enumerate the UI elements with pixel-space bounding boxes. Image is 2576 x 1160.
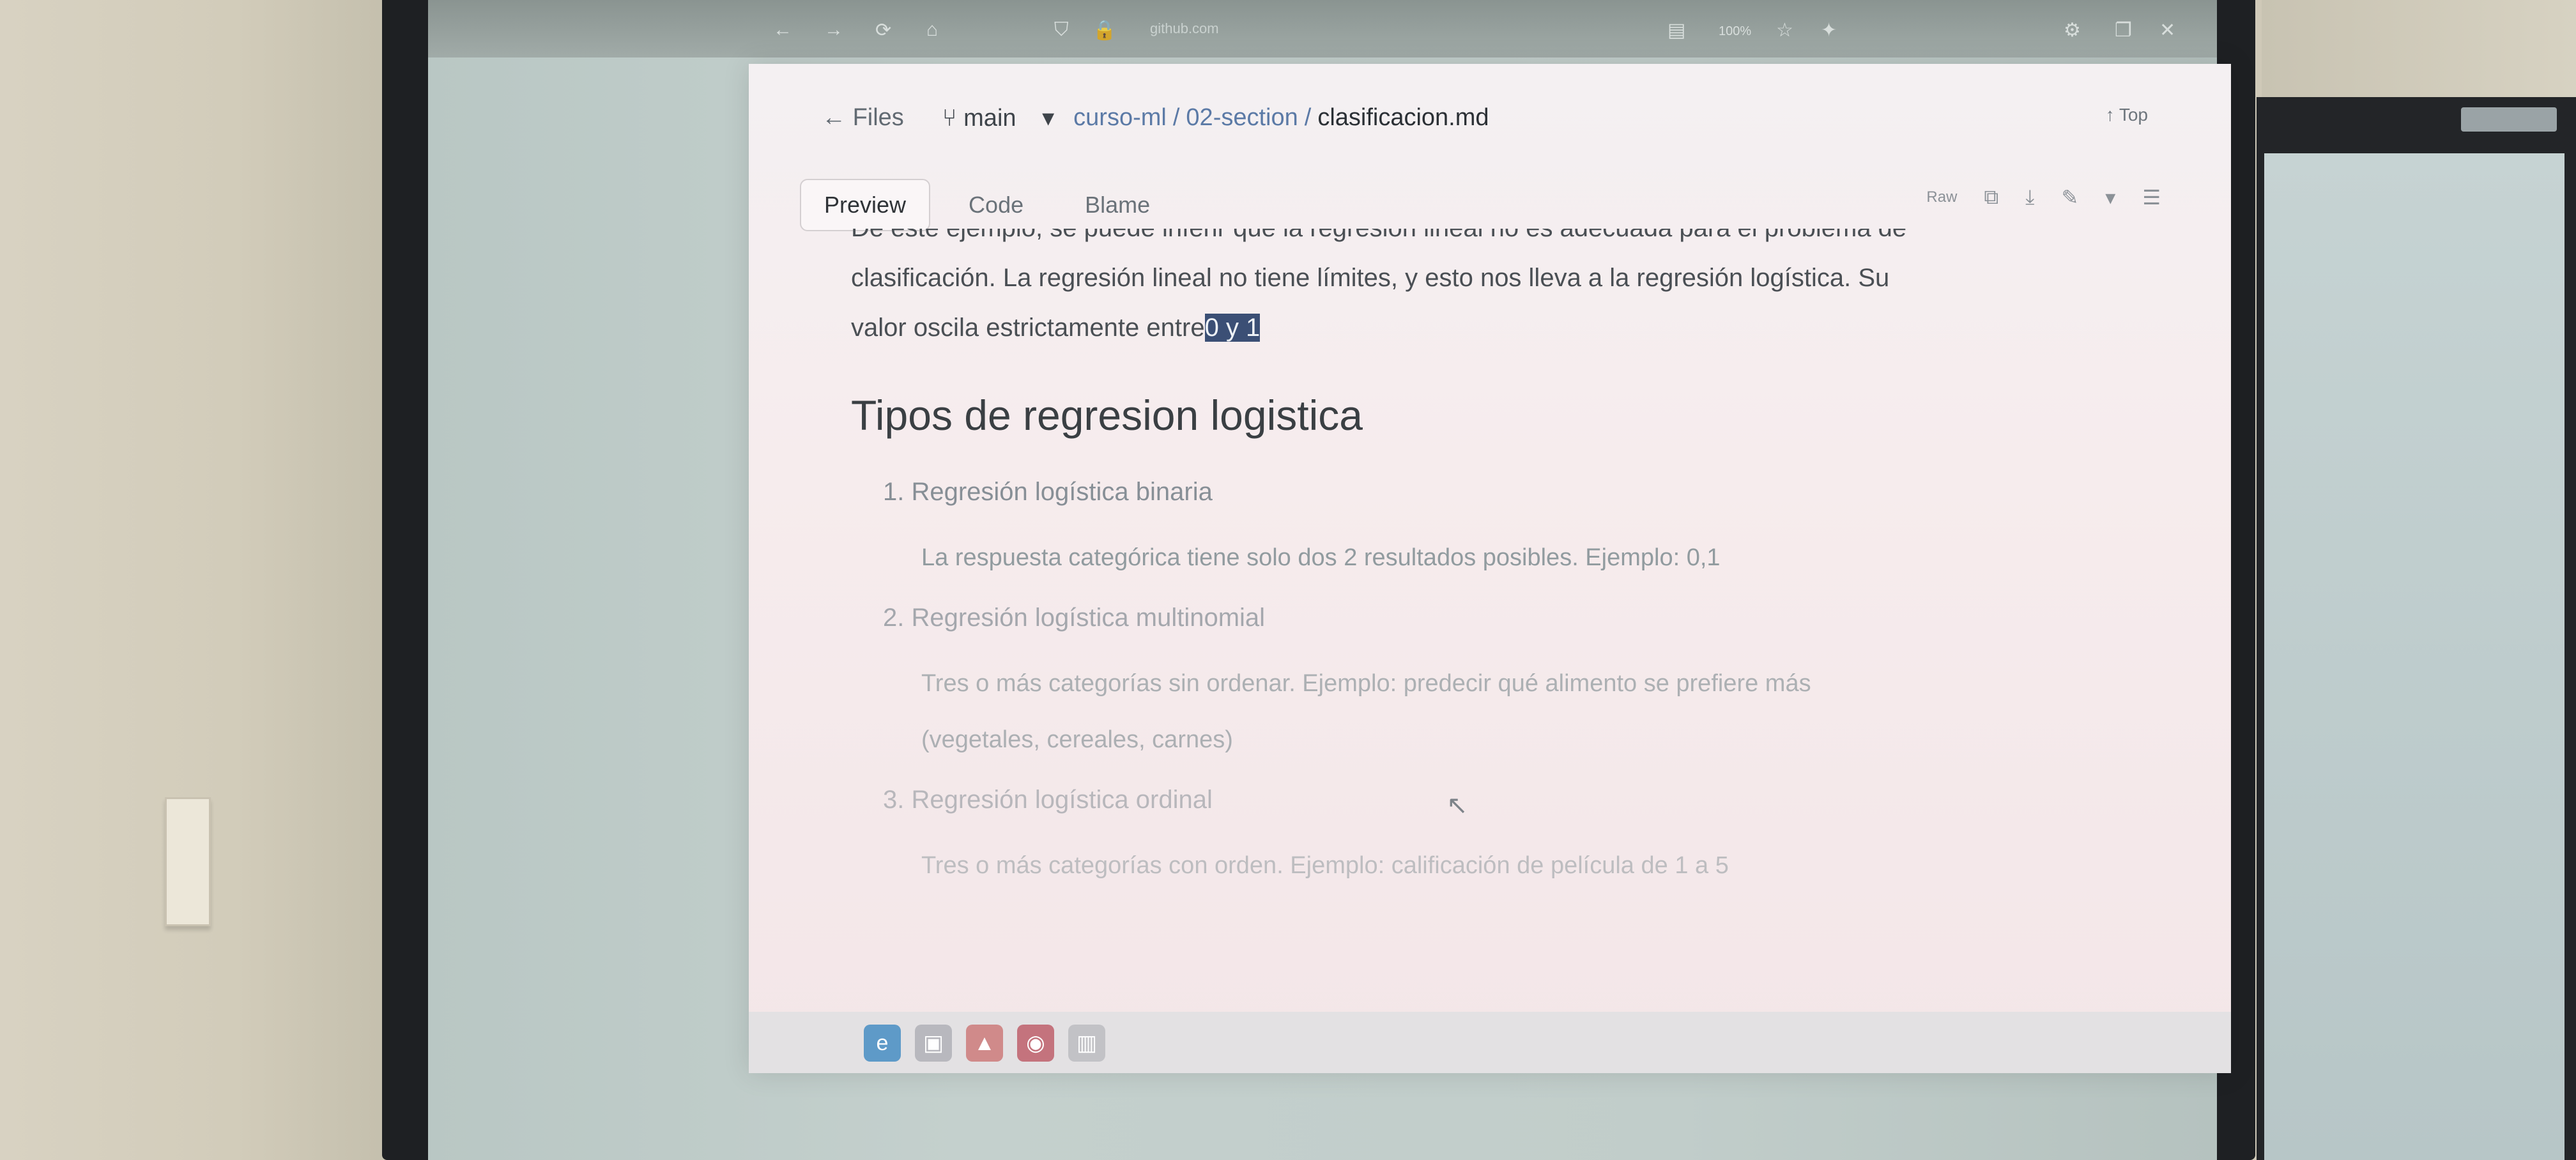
tab-preview[interactable]: Preview — [800, 179, 931, 231]
paragraph-line-2: clasificación. La regresión lineal no ti… — [851, 264, 1890, 292]
tab-code[interactable]: Code — [946, 180, 1046, 230]
download-icon[interactable]: ⤓ — [2025, 185, 2034, 210]
list-item-title-3: 3. Regresión logística ordinal — [883, 786, 1213, 814]
shield-icon[interactable]: ⛉ — [1054, 19, 1069, 41]
window-icon[interactable]: ❐ — [2115, 19, 2132, 42]
taskbar: e ▣ ▲ ◉ ▥ — [749, 1012, 2231, 1073]
section-heading: Tipos de regresion logistica — [851, 392, 1363, 439]
files-back-link[interactable]: ← Files — [822, 104, 923, 132]
path-repo-link[interactable]: curso-ml — [1073, 104, 1167, 132]
tab-blame[interactable]: Blame — [1062, 180, 1173, 230]
browser-app-icon[interactable]: ◉ — [1017, 1025, 1054, 1062]
wall-left — [0, 0, 390, 1160]
home-icon[interactable]: ⌂ — [926, 19, 938, 41]
mouse-cursor-icon: ↖ — [1446, 791, 1468, 820]
view-tabs: Preview Code Blame — [800, 178, 1173, 233]
list-item-body-1: La respuesta categórica tiene solo dos 2… — [921, 544, 1721, 571]
back-arrow-icon[interactable]: ← — [773, 19, 792, 41]
files-label: Files — [852, 103, 904, 131]
close-icon[interactable]: ✕ — [2159, 19, 2175, 42]
reload-icon[interactable]: ⟳ — [875, 19, 891, 42]
secondary-monitor-screen — [2264, 153, 2564, 1160]
extension-icon[interactable]: ✦ — [1821, 19, 1837, 42]
list-item-body-2: Tres o más categorías sin ordenar. Ejemp… — [921, 655, 2116, 768]
url-text[interactable]: github.com — [1150, 20, 2070, 42]
zoom-label[interactable]: 100% — [1719, 24, 1751, 39]
forward-arrow-icon[interactable]: → — [824, 19, 843, 41]
paragraph-line-3: valor oscila estrictamente entre0 y 1 — [851, 303, 2116, 353]
secondary-monitor — [2257, 97, 2576, 1160]
edge-icon[interactable]: e — [864, 1025, 901, 1062]
list-item-body-3: Tres o más categorías con orden. Ejemplo… — [921, 852, 1729, 879]
markdown-preview: De este ejemplo, se puede inferir que la… — [851, 229, 2116, 1059]
top-button[interactable]: ↑ Top — [2106, 105, 2148, 125]
path-separator-2: / — [1304, 103, 1312, 131]
star-icon[interactable]: ☆ — [1776, 19, 1793, 42]
secondary-monitor-bar — [2461, 107, 2557, 132]
list-item-title-1: 1. Regresión logística binaria — [883, 478, 1213, 506]
branch-label: main — [963, 104, 1016, 132]
settings-icon[interactable]: ⚙ — [2064, 19, 2081, 42]
github-file-window: ← Files ⑂ main ▾ curso-ml / 02-section /… — [749, 64, 2231, 1073]
top-label: Top — [2119, 105, 2148, 125]
reader-icon[interactable]: ▤ — [1667, 19, 1685, 42]
path-separator: / — [1172, 103, 1180, 131]
list-item-body-2-line-1: Tres o más categorías sin ordenar. Ejemp… — [921, 670, 1811, 697]
lock-icon: 🔒 — [1092, 20, 1117, 41]
raw-button[interactable]: Raw — [1926, 188, 1957, 206]
browser-toolbar: ← → ⟳ ⌂ ⛉ 🔒 github.com ▤ 100% ☆ ✦ ⚙ ❐ ✕ — [428, 0, 2217, 57]
selected-text[interactable]: 0 y 1 — [1204, 314, 1261, 342]
wall-switch — [165, 797, 211, 926]
branch-selector[interactable]: ⑂ main ▾ — [942, 103, 1054, 132]
pdf-icon[interactable]: ▲ — [966, 1025, 1003, 1062]
list-item-title-2: 2. Regresión logística multinomial — [883, 604, 1266, 632]
edit-pencil-icon[interactable]: ✎ — [2061, 185, 2078, 210]
file-actions: Raw ⧉ ⤓ ✎ ▾ ☰ — [1926, 185, 2161, 210]
breadcrumb: ← Files ⑂ main ▾ curso-ml / 02-section /… — [822, 98, 1489, 137]
app-icon[interactable]: ▥ — [1068, 1025, 1105, 1062]
paragraph-line-cut: De este ejemplo, se puede inferir que la… — [851, 229, 2116, 253]
copy-icon[interactable]: ⧉ — [1984, 185, 1998, 210]
path-folder-link[interactable]: 02-section — [1186, 104, 1298, 132]
folder-icon[interactable]: ▣ — [915, 1025, 952, 1062]
chevron-down-icon[interactable]: ▾ — [2105, 185, 2115, 210]
list-item-body-2-line-2: (vegetales, cereales, carnes) — [921, 726, 1233, 753]
outline-list-icon[interactable]: ☰ — [2142, 185, 2161, 210]
paragraph-line-3-text: valor oscila estrictamente entre — [851, 314, 1205, 342]
file-name: clasificacion.md — [1317, 103, 1489, 131]
